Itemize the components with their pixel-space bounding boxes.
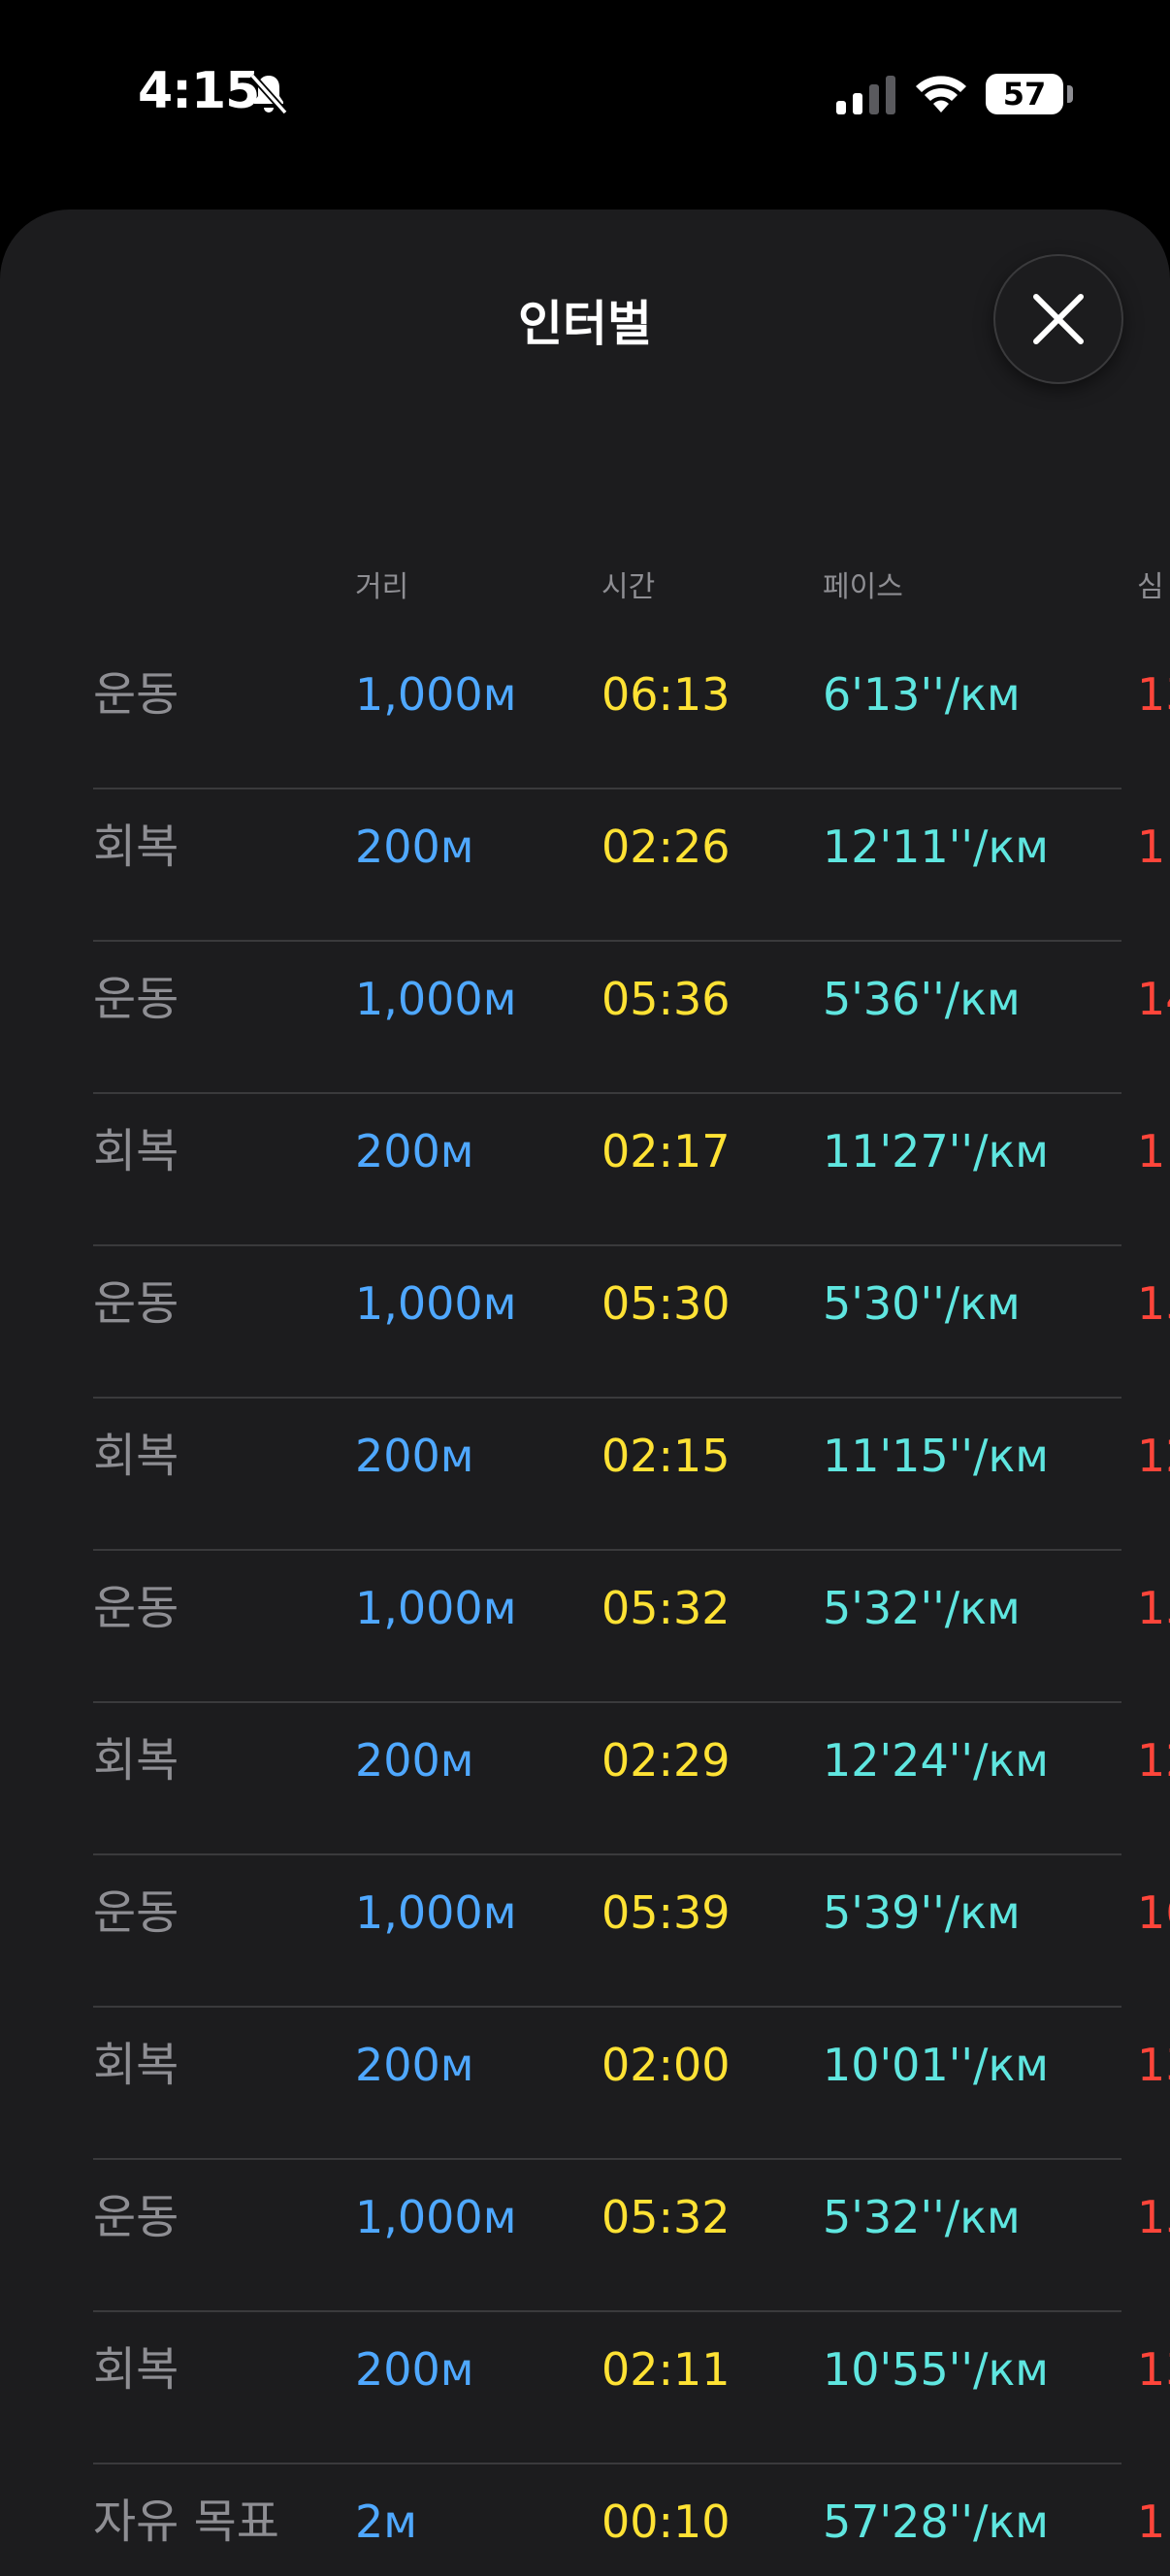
interval-pace: 11'27''/км <box>823 1125 1049 1177</box>
interval-distance: 2м <box>355 2496 417 2548</box>
interval-heart-rate: 15 <box>1137 2191 1170 2243</box>
interval-heart-rate: 1 <box>1137 821 1166 873</box>
interval-pace: 57'28''/км <box>823 2496 1049 2548</box>
interval-distance: 1,000м <box>355 668 517 721</box>
interval-time: 05:32 <box>601 1582 731 1634</box>
interval-type: 운동 <box>93 1276 179 1331</box>
interval-distance: 200м <box>355 2039 474 2091</box>
interval-time: 02:15 <box>601 1430 731 1482</box>
interval-pace: 12'24''/км <box>823 1734 1049 1787</box>
interval-heart-rate: 14 <box>1137 973 1170 1025</box>
table-row: 회복 200м 02:11 10'55''/км 13 <box>0 2311 1170 2464</box>
interval-distance: 1,000м <box>355 973 517 1025</box>
interval-distance: 1,000м <box>355 1277 517 1330</box>
interval-distance: 1,000м <box>355 1582 517 1634</box>
interval-type: 운동 <box>93 972 179 1026</box>
interval-heart-rate: 15 <box>1137 1277 1170 1330</box>
header-distance: 거리 <box>355 570 409 604</box>
table-row: 회복 200м 02:15 11'15''/км 12 <box>0 1398 1170 1551</box>
interval-time: 05:30 <box>601 1277 731 1330</box>
interval-distance: 200м <box>355 1430 474 1482</box>
interval-pace: 12'11''/км <box>823 821 1049 873</box>
close-icon <box>1033 294 1084 344</box>
interval-time: 02:17 <box>601 1125 731 1177</box>
interval-pace: 5'32''/км <box>823 1582 1021 1634</box>
interval-pace: 10'55''/км <box>823 2343 1049 2396</box>
interval-time: 02:11 <box>601 2343 731 2396</box>
interval-time: 02:00 <box>601 2039 731 2091</box>
bell-slash-icon <box>249 73 288 115</box>
status-bar: 4:15 57 <box>0 0 1170 194</box>
table-row: 운동 1,000м 05:36 5'36''/км 14 <box>0 941 1170 1094</box>
table-row: 회복 200м 02:17 11'27''/км 1 <box>0 1093 1170 1246</box>
interval-heart-rate: 15 <box>1137 1582 1170 1634</box>
interval-type: 회복 <box>93 2342 179 2397</box>
interval-type: 회복 <box>93 1733 179 1787</box>
table-row: 운동 1,000м 05:39 5'39''/км 16 <box>0 1854 1170 2008</box>
battery-tip <box>1067 85 1073 103</box>
interval-type: 운동 <box>93 1581 179 1635</box>
table-row: 회복 200м 02:29 12'24''/км 12 <box>0 1702 1170 1855</box>
table-header: 거리 시간 페이스 심 <box>0 563 1170 611</box>
table-row: 회복 200м 02:26 12'11''/км 1 <box>0 789 1170 942</box>
interval-type: 운동 <box>93 1885 179 1940</box>
header-heart-rate: 심 <box>1137 570 1164 604</box>
close-button[interactable] <box>995 256 1121 382</box>
table-row: 자유 목표 2м 00:10 57'28''/км 1 <box>0 2463 1170 2576</box>
interval-distance: 200м <box>355 1734 474 1787</box>
interval-type: 운동 <box>93 667 179 722</box>
interval-heart-rate: 12 <box>1137 1430 1170 1482</box>
interval-type: 회복 <box>93 1429 179 1483</box>
interval-pace: 11'15''/км <box>823 1430 1049 1482</box>
interval-heart-rate: 12 <box>1137 1734 1170 1787</box>
table-row: 운동 1,000м 05:30 5'30''/км 15 <box>0 1245 1170 1399</box>
cellular-signal-icon <box>836 76 895 114</box>
interval-distance: 1,000м <box>355 1886 517 1939</box>
header-pace: 페이스 <box>823 570 903 604</box>
interval-time: 02:26 <box>601 821 731 873</box>
interval-heart-rate: 13 <box>1137 2343 1170 2396</box>
interval-type: 회복 <box>93 820 179 874</box>
interval-time: 00:10 <box>601 2496 731 2548</box>
table-row: 회복 200м 02:00 10'01''/км 13 <box>0 2007 1170 2160</box>
wifi-icon <box>916 76 966 113</box>
table-row: 운동 1,000м 06:13 6'13''/км 13 <box>0 636 1170 789</box>
interval-distance: 200м <box>355 2343 474 2396</box>
battery-indicator: 57 <box>986 74 1063 114</box>
interval-list: 운동 1,000м 06:13 6'13''/км 13 회복 200м 02:… <box>0 636 1170 2576</box>
interval-pace: 10'01''/км <box>823 2039 1049 2091</box>
interval-heart-rate: 13 <box>1137 668 1170 721</box>
interval-type: 회복 <box>93 2038 179 2092</box>
interval-heart-rate: 1 <box>1137 2496 1166 2548</box>
header-time: 시간 <box>601 570 656 604</box>
interval-distance: 1,000м <box>355 2191 517 2243</box>
interval-pace: 5'39''/км <box>823 1886 1021 1939</box>
interval-type: 자유 목표 <box>93 2495 279 2549</box>
interval-pace: 6'13''/км <box>823 668 1021 721</box>
interval-pace: 5'36''/км <box>823 973 1021 1025</box>
interval-distance: 200м <box>355 821 474 873</box>
interval-time: 05:36 <box>601 973 731 1025</box>
intervals-sheet: 인터벌 거리 시간 페이스 심 운동 1,000м 06:13 6'13''/к… <box>0 209 1170 2576</box>
interval-distance: 200м <box>355 1125 474 1177</box>
interval-time: 05:39 <box>601 1886 731 1939</box>
status-time: 4:15 <box>138 62 260 120</box>
table-row: 운동 1,000м 05:32 5'32''/км 15 <box>0 1550 1170 1703</box>
interval-heart-rate: 1 <box>1137 1125 1166 1177</box>
interval-time: 06:13 <box>601 668 731 721</box>
interval-time: 02:29 <box>601 1734 731 1787</box>
interval-type: 회복 <box>93 1124 179 1178</box>
interval-type: 운동 <box>93 2190 179 2244</box>
interval-pace: 5'32''/км <box>823 2191 1021 2243</box>
interval-pace: 5'30''/км <box>823 1277 1021 1330</box>
table-row: 운동 1,000м 05:32 5'32''/км 15 <box>0 2159 1170 2312</box>
interval-heart-rate: 16 <box>1137 1886 1170 1939</box>
interval-heart-rate: 13 <box>1137 2039 1170 2091</box>
interval-time: 05:32 <box>601 2191 731 2243</box>
